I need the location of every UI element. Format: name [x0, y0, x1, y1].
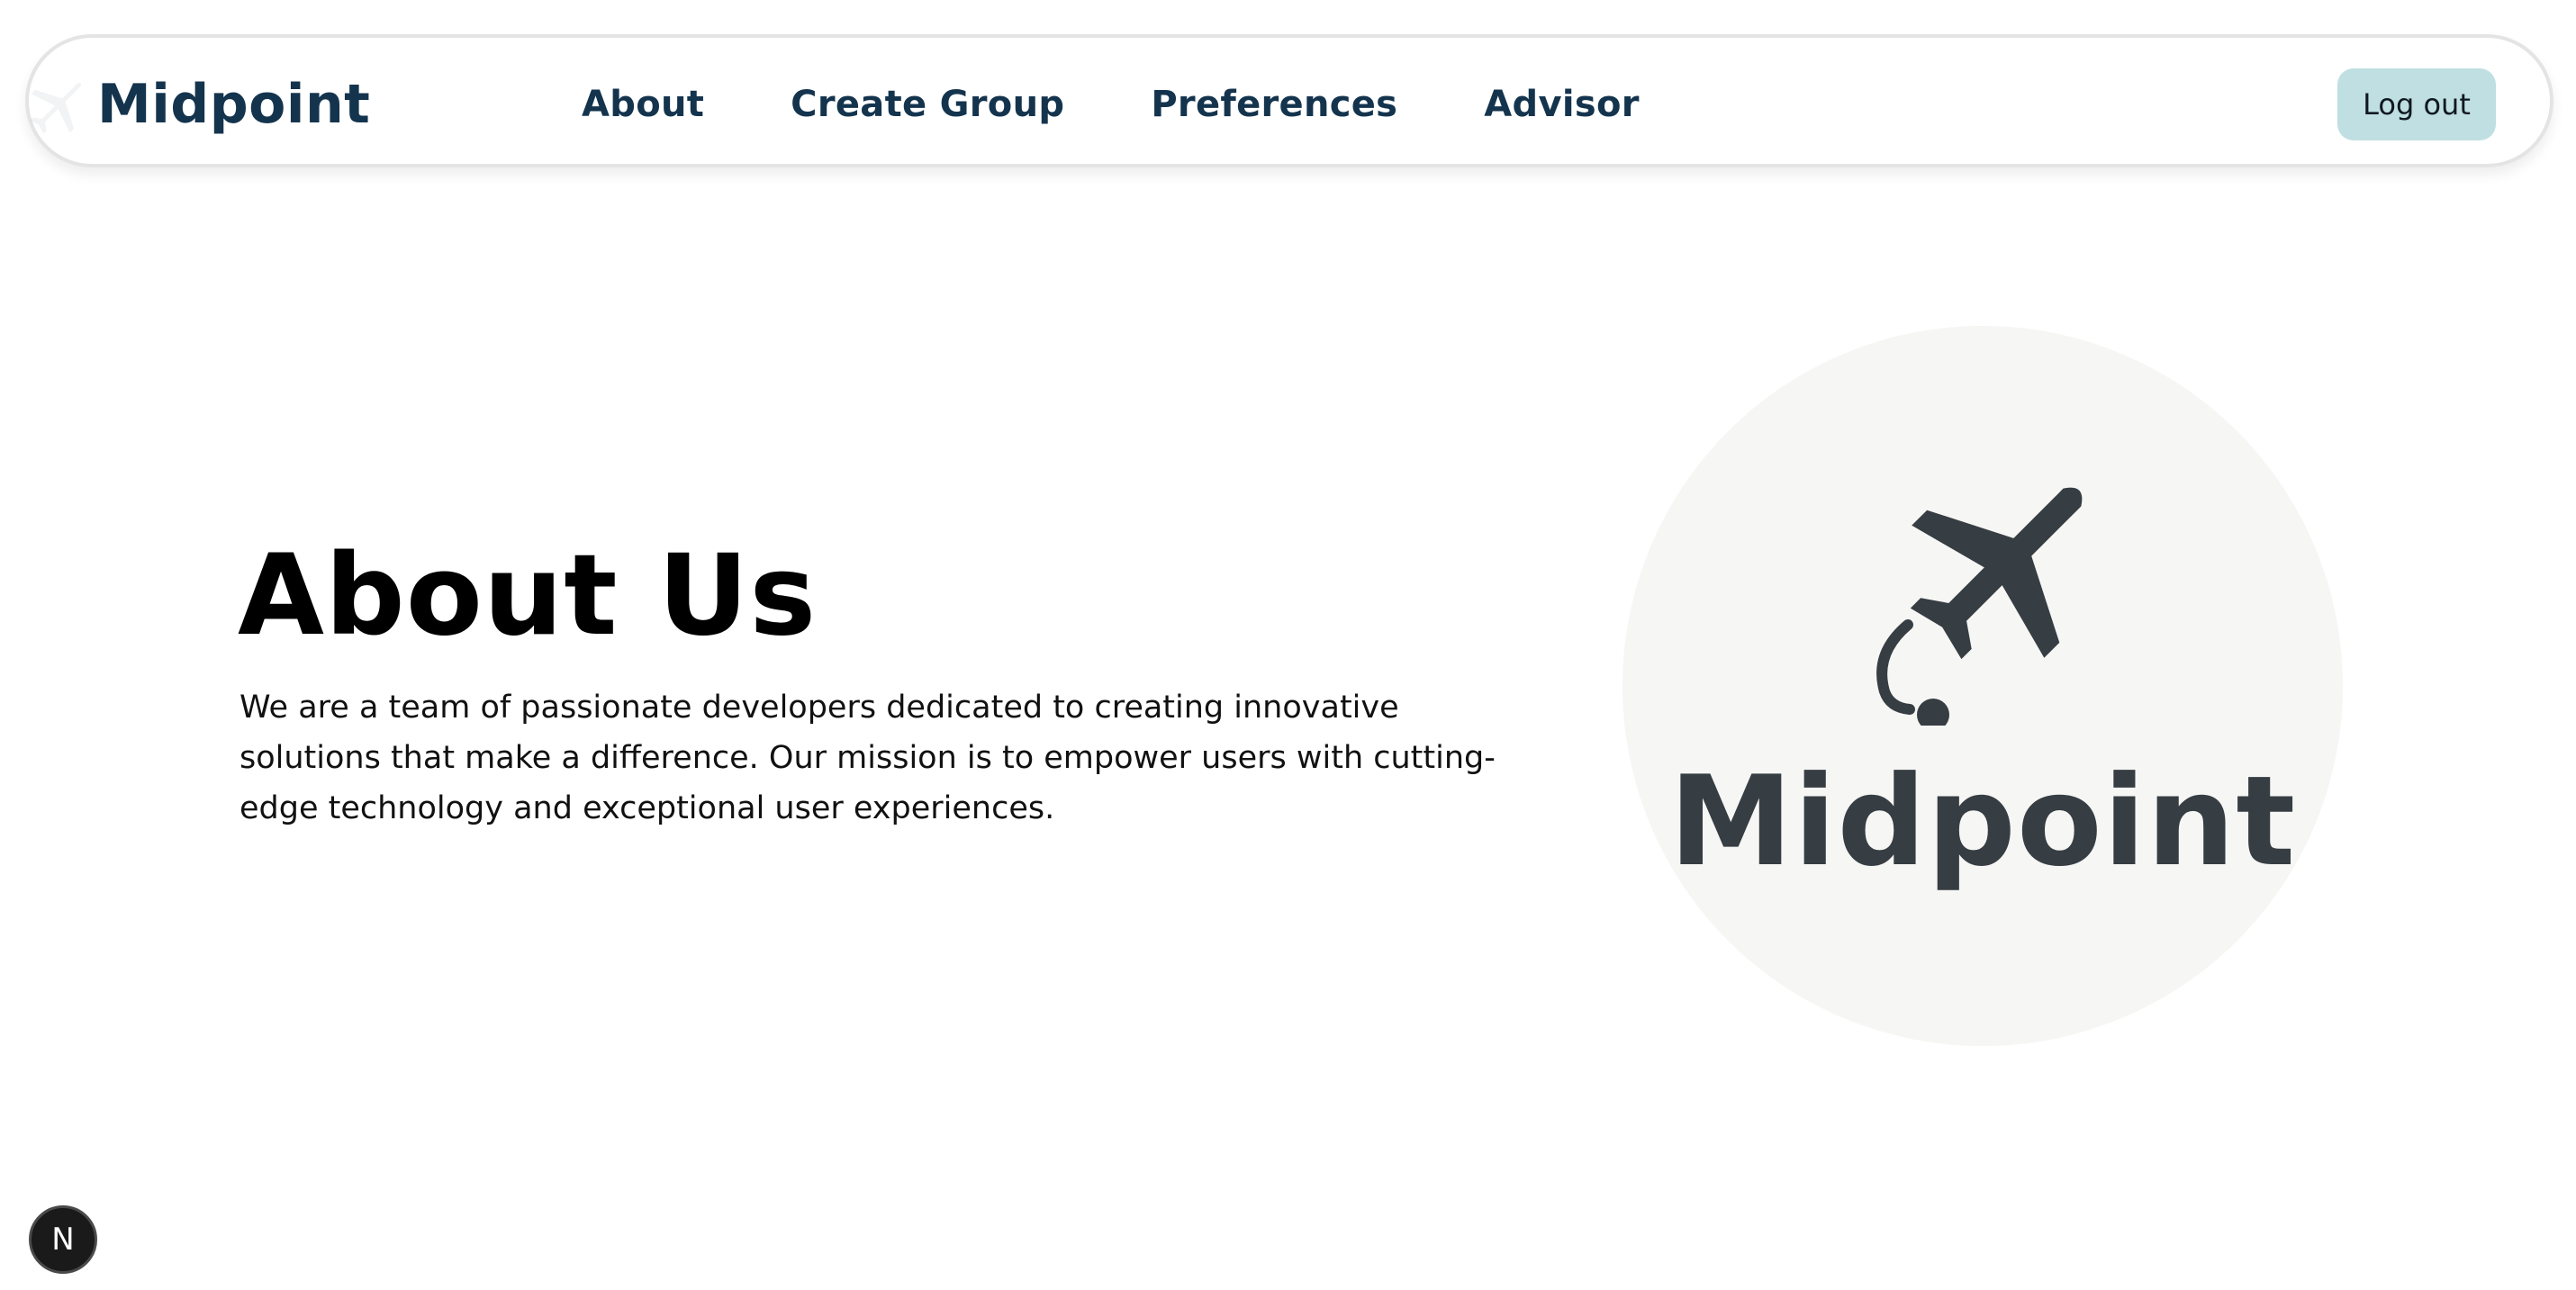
logout-button[interactable]: Log out: [2337, 68, 2496, 140]
nav-link-create-group[interactable]: Create Group: [791, 84, 1064, 125]
top-navbar: Midpoint About Create Group Preferences …: [25, 34, 2553, 167]
page-title: About Us: [238, 531, 818, 661]
about-description: We are a team of passionate developers d…: [240, 690, 1496, 826]
nav-link-about[interactable]: About: [582, 84, 704, 125]
nav-link-advisor[interactable]: Advisor: [1484, 84, 1640, 125]
nav-link-preferences[interactable]: Preferences: [1151, 84, 1397, 125]
midpoint-logo: Midpoint: [1622, 326, 2343, 1046]
dev-tools-badge[interactable]: N: [29, 1205, 97, 1274]
logo-wordmark: Midpoint: [1668, 749, 2297, 894]
nav-links: About Create Group Preferences Advisor: [582, 38, 1640, 171]
airplane-icon: [1876, 487, 2083, 726]
airplane-icon: [30, 83, 81, 134]
brand-name[interactable]: Midpoint: [97, 38, 370, 171]
